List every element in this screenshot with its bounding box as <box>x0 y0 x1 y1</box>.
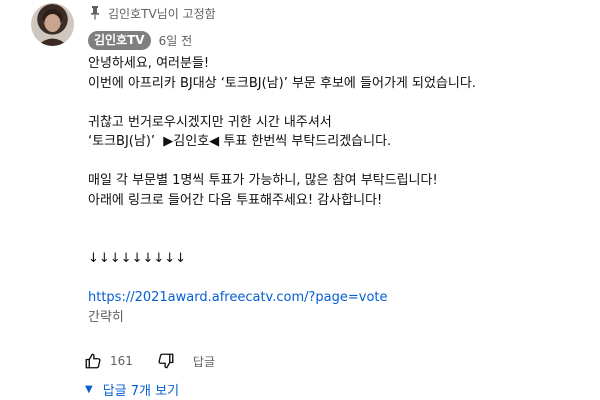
comment-line: 이번에 아프리카 BJ대상 ‘토크BJ(남)’ 부문 후보에 들어가게 되었습니… <box>88 75 476 91</box>
comment-line: 귀찮고 번거로우시겠지만 귀한 시간 내주셔서 <box>88 114 332 130</box>
comment-header: 김인호TV 6일 전 <box>88 31 192 50</box>
comment-body: 안녕하세요, 여러분들! 이번에 아프리카 BJ대상 ‘토크BJ(남)’ 부문 … <box>88 54 588 327</box>
reply-button[interactable]: 답글 <box>193 353 215 370</box>
comment-arrows: ↓↓↓↓↓↓↓↓↓ <box>88 251 187 266</box>
comment-line: 매일 각 부문별 1명씩 투표가 가능하니, 많은 참여 부탁드립니다! <box>88 173 438 188</box>
like-count: 161 <box>110 354 133 368</box>
vote-link[interactable]: https://2021award.afreecatv.com/?page=vo… <box>88 290 388 305</box>
pinned-indicator: 김인호TV님이 고정함 <box>88 4 216 22</box>
pinned-label: 김인호TV님이 고정함 <box>108 6 216 21</box>
comment-line: 안녕하세요, 여러분들! <box>88 56 210 71</box>
show-less-button[interactable]: 간략히 <box>88 308 588 328</box>
thumbs-up-icon[interactable] <box>84 352 102 370</box>
comment-actions: 161 답글 <box>84 351 215 371</box>
comment-line: ‘토크BJ(남)’ ▶김인호◀ 투표 한번씩 부탁드리겠습니다. <box>88 134 392 149</box>
avatar[interactable] <box>31 3 74 46</box>
comment-timestamp[interactable]: 6일 전 <box>159 32 193 49</box>
caret-down-icon: ▼ <box>85 384 93 395</box>
author-name[interactable]: 김인호TV <box>88 31 151 50</box>
pin-icon <box>88 6 102 20</box>
thumbs-down-icon[interactable] <box>157 352 175 370</box>
view-replies-label: 답글 7개 보기 <box>102 384 180 399</box>
view-replies-button[interactable]: ▼ 답글 7개 보기 <box>85 380 179 399</box>
comment-line: 아래에 링크로 들어간 다음 투표해주세요! 감사합니다! <box>88 192 383 208</box>
